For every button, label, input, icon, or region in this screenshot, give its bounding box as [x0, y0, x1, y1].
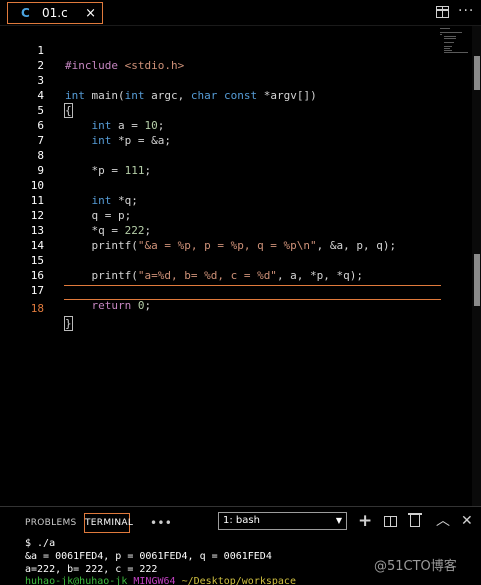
watermark: @51CTO博客 — [374, 559, 457, 574]
terminal-prompt: huhao-jk@huhao-jk MINGW64 ~/Desktop/work… — [25, 575, 296, 585]
editor-tab-bar: C 01.c × ··· — [0, 0, 481, 26]
terminal-select[interactable]: 1: bash ▼ — [218, 512, 347, 530]
tab-01-c[interactable]: C 01.c × — [7, 2, 103, 24]
close-icon[interactable]: × — [85, 6, 96, 21]
code-line: 4 { — [0, 73, 481, 118]
panel-more-icon[interactable]: ••• — [150, 513, 172, 533]
code-line: 17 return 0; — [0, 268, 481, 312]
dropdown-arrow-icon: ▼ — [335, 516, 342, 525]
code-line: 7 — [0, 118, 481, 147]
code-line: 2 — [0, 43, 481, 72]
tab-terminal[interactable]: TERMINAL — [84, 513, 133, 533]
close-panel-icon[interactable]: ✕ — [461, 513, 473, 529]
add-terminal-icon[interactable]: + — [358, 513, 372, 530]
terminal-command-line: $ ./a — [25, 538, 56, 549]
matched-brace: } — [64, 316, 73, 331]
trash-icon[interactable] — [408, 513, 422, 527]
code-line: 14 — [0, 223, 481, 252]
code-line-current: 18 } — [0, 286, 481, 331]
split-terminal-icon[interactable] — [384, 516, 397, 527]
c-file-icon: C — [21, 6, 30, 20]
split-editor-icon[interactable] — [436, 6, 449, 18]
more-actions-icon[interactable]: ··· — [458, 3, 474, 19]
tab-problems[interactable]: PROBLEMS — [25, 513, 77, 533]
prompt-user: huhao-jk@huhao-jk — [25, 576, 128, 585]
code-line: 15 printf("a=%d, b= %d, c = %d", a, *p, … — [0, 238, 481, 282]
prompt-path: ~/Desktop/workspace — [181, 576, 296, 585]
code-line: 3 int main(int argc, char const *argv[]) — [0, 58, 481, 102]
code-line: 5 int a = 10; — [0, 88, 481, 132]
line-number: 18 — [30, 302, 44, 315]
tab-filename: 01.c — [42, 6, 68, 20]
code-line: 6 int *p = &a; — [0, 103, 481, 147]
terminal-select-value: 1: bash — [223, 515, 260, 526]
code-line: 9 — [0, 148, 481, 177]
code-line: 13 printf("&a = %p, p = %p, q = %p\n", &… — [0, 208, 481, 252]
code-line: 8 *p = 111; — [0, 133, 481, 177]
code-line: 10 int *q; — [0, 163, 481, 207]
code-line: 12 *q = 222; — [0, 193, 481, 237]
code-editor[interactable]: 1 #include <stdio.h> 2 3 int main(int ar… — [0, 26, 481, 506]
terminal-output-line: &a = 0061FED4, p = 0061FED4, q = 0061FED… — [25, 551, 272, 562]
chevron-up-icon[interactable]: ︿ — [436, 513, 450, 529]
prompt-env: MINGW64 — [133, 576, 176, 585]
code-line: 16 — [0, 253, 481, 282]
code-line: 1 #include <stdio.h> — [0, 28, 481, 72]
code-line: 11 q = p; — [0, 178, 481, 222]
